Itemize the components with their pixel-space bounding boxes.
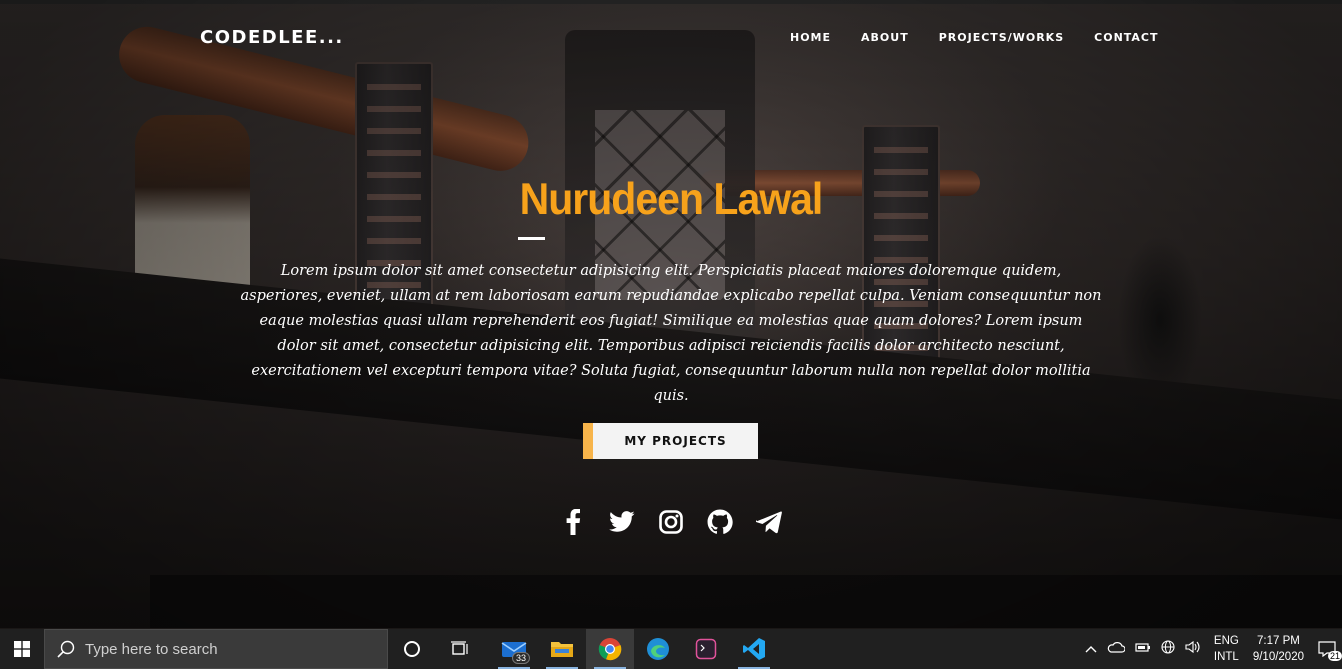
language-code: ENG	[1213, 635, 1239, 647]
twitter-icon[interactable]	[609, 508, 635, 536]
hero-description: Lorem ipsum dolor sit amet consectetur a…	[240, 263, 1102, 404]
windows-taskbar: Type here to search 33 ENG INTL 7:17 PM …	[0, 629, 1342, 669]
terminal-icon[interactable]	[682, 629, 730, 669]
github-icon[interactable]	[707, 508, 733, 536]
title-underline	[518, 237, 545, 240]
notification-count: 21	[1327, 651, 1342, 661]
nav-contact[interactable]: CONTACT	[1094, 31, 1158, 44]
clock-time: 7:17 PM	[1257, 635, 1300, 647]
task-view-icon[interactable]	[436, 629, 484, 669]
my-projects-button[interactable]: MY PROJECTS	[583, 423, 758, 459]
battery-icon[interactable]	[1135, 641, 1151, 657]
chevron-up-icon[interactable]	[1085, 642, 1097, 657]
nav-about[interactable]: ABOUT	[861, 31, 909, 44]
vscode-icon[interactable]	[730, 629, 778, 669]
clock-date: 9/10/2020	[1252, 651, 1304, 663]
notification-center-icon[interactable]: 21	[1312, 629, 1342, 669]
cortana-icon[interactable]	[388, 629, 436, 669]
mail-app-icon[interactable]: 33	[490, 629, 538, 669]
nav-projects[interactable]: PROJECTS/WORKS	[939, 31, 1064, 44]
system-tray: ENG INTL 7:17 PM 9/10/2020 21	[1080, 629, 1342, 669]
hero-name: Nurudeen Lawal	[519, 174, 824, 224]
search-icon	[57, 640, 75, 658]
input-language[interactable]: ENG INTL	[1214, 633, 1239, 665]
file-explorer-icon[interactable]	[538, 629, 586, 669]
search-placeholder: Type here to search	[85, 640, 218, 658]
telegram-icon[interactable]	[756, 508, 782, 536]
instagram-icon[interactable]	[658, 508, 684, 536]
mail-badge: 33	[511, 652, 530, 664]
taskbar-clock[interactable]: 7:17 PM 9/10/2020	[1253, 633, 1304, 665]
windows-start-icon[interactable]	[0, 629, 44, 669]
facebook-icon[interactable]	[560, 508, 586, 536]
nav-home[interactable]: HOME	[790, 31, 831, 44]
language-layout: INTL	[1213, 651, 1239, 663]
network-globe-icon[interactable]	[1161, 640, 1175, 658]
chrome-icon[interactable]	[586, 629, 634, 669]
volume-icon[interactable]	[1185, 640, 1201, 658]
onedrive-sync-icon[interactable]	[1107, 641, 1126, 657]
main-nav: HOME ABOUT PROJECTS/WORKS CONTACT	[790, 31, 1189, 44]
social-links	[560, 508, 782, 536]
site-brand[interactable]: CODEDLEE...	[200, 27, 344, 48]
edge-icon[interactable]	[634, 629, 682, 669]
taskbar-search-box[interactable]: Type here to search	[44, 629, 388, 669]
